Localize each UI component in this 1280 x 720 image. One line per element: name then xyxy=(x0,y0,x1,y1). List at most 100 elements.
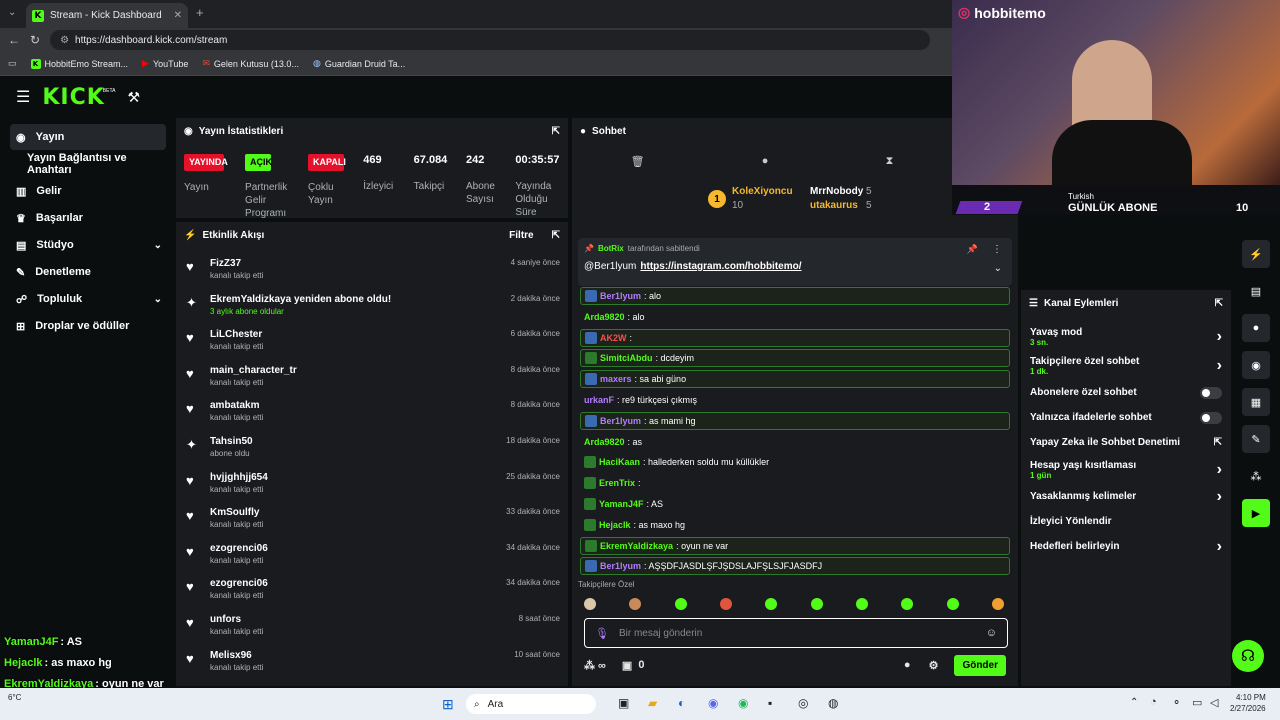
channel-action-8[interactable]: İzleyici Yönlendir xyxy=(1021,509,1231,534)
sidebar-item-stream-key[interactable]: Yayın Bağlantısı ve Anahtarı xyxy=(0,151,172,177)
sidebar-item-denetleme[interactable]: ✎ Denetleme xyxy=(0,259,172,285)
network-icon[interactable]: ◔ xyxy=(1150,696,1157,708)
bookmark-hobbitemo[interactable]: K HobbitEmo Stream... xyxy=(30,58,128,69)
emote-icon[interactable] xyxy=(584,598,596,610)
clip-button[interactable]: ▶ xyxy=(1242,499,1270,527)
taskview-icon[interactable]: ▣ xyxy=(618,696,629,710)
obs-icon[interactable]: ◍ xyxy=(828,696,838,710)
chat-username[interactable]: Arda9820 xyxy=(584,312,625,322)
channel-action-5[interactable]: Yapay Zeka ile Sohbet Denetimi ⇱ xyxy=(1021,430,1231,455)
chat-username[interactable]: Ber1lyum xyxy=(600,561,641,571)
broadcast-button[interactable]: ◉ xyxy=(1242,351,1270,379)
sidebar-item-droplar[interactable]: ⊞ Droplar ve ödüller xyxy=(0,313,172,339)
chat-username[interactable]: HaciKaan xyxy=(599,457,640,467)
channel-action-9[interactable]: Hedefleri belirleyin › xyxy=(1021,534,1231,559)
volume-icon[interactable]: ◁ xyxy=(1210,696,1218,709)
steam-icon[interactable]: ◎ xyxy=(798,696,808,710)
chat-username[interactable]: Hejaclk xyxy=(599,520,631,530)
chat-username[interactable]: SimitciAbdu xyxy=(600,353,653,363)
channel-action-2[interactable]: Takipçilere özel sohbet 1 dk. › xyxy=(1021,351,1231,380)
back-icon[interactable]: ← xyxy=(8,33,20,47)
emote-icon[interactable] xyxy=(946,598,959,610)
settings-icon[interactable]: ⚙ xyxy=(929,659,939,672)
chat-username[interactable]: Ber1lyum xyxy=(600,416,641,426)
user-list-button[interactable]: ▦ xyxy=(1242,388,1270,416)
chat-username[interactable]: YamanJ4F xyxy=(599,499,644,509)
filter-button[interactable]: Filtre xyxy=(509,230,533,241)
bookmark-gmail[interactable]: ✉ Gelen Kutusu (13.0... xyxy=(202,58,299,69)
chat-popout-icon[interactable]: ● xyxy=(904,659,911,671)
new-tab-icon[interactable]: + xyxy=(196,5,204,20)
edge-icon[interactable]: ◐ xyxy=(678,696,685,710)
mod-tools-button[interactable]: ✎ xyxy=(1242,425,1270,453)
mic-tray-icon[interactable]: ⚬ xyxy=(1172,696,1181,709)
clock-time[interactable]: 4:10 PM xyxy=(1236,693,1266,702)
emote-icon[interactable] xyxy=(629,598,642,610)
close-tab-icon[interactable]: ✕ xyxy=(174,10,182,21)
popout-icon[interactable]: ⇱ xyxy=(1215,298,1223,309)
bookmark-youtube[interactable]: ▶ YouTube xyxy=(142,58,188,69)
support-button[interactable]: ☊ xyxy=(1232,640,1264,672)
chat-username[interactable]: Arda9820 xyxy=(584,437,625,447)
display-icon[interactable]: ▭ xyxy=(1192,696,1202,709)
pinned-link[interactable]: https://instagram.com/hobbitemo/ xyxy=(640,261,801,272)
file-explorer-icon[interactable]: ▰ xyxy=(648,696,657,710)
url-field[interactable]: ⚙ https://dashboard.kick.com/stream xyxy=(50,30,931,50)
spotify-icon[interactable]: ◉ xyxy=(738,696,748,710)
emote-icon[interactable] xyxy=(810,598,823,610)
terminal-icon[interactable]: ▪ xyxy=(768,696,772,710)
unpin-icon[interactable]: 📌 xyxy=(967,244,978,255)
toggle-switch[interactable] xyxy=(1200,386,1222,399)
chat-button[interactable]: ● xyxy=(1242,314,1270,342)
notes-button[interactable]: ▤ xyxy=(1242,277,1270,305)
chat-username[interactable]: ErenTrix xyxy=(599,478,635,488)
tab-list-icon[interactable]: ⌄ xyxy=(8,7,16,18)
chevron-down-icon[interactable]: ⌄ xyxy=(994,263,1002,274)
emote-icon[interactable] xyxy=(855,598,868,610)
browser-tab[interactable]: K Stream - Kick Dashboard ✕ xyxy=(26,3,188,28)
tray-chevron-icon[interactable]: ⌃ xyxy=(1130,697,1138,708)
emote-icon[interactable] xyxy=(991,598,1004,610)
hourglass-icon[interactable]: ⧗ xyxy=(886,155,894,168)
channel-action-7[interactable]: Yasaklanmış kelimeler › xyxy=(1021,484,1231,509)
sidebar-item-studyo[interactable]: ▤ Stüdyo ⌄ xyxy=(0,232,172,258)
sidebar-item-topluluk[interactable]: ☍ Topluluk ⌄ xyxy=(0,286,172,312)
chat-username[interactable]: EkremYaldizkaya xyxy=(600,541,673,551)
channel-action-6[interactable]: Hesap yaşı kısıtlaması 1 gün › xyxy=(1021,455,1231,484)
menu-icon[interactable]: ☰ xyxy=(16,87,30,107)
send-button[interactable]: Gönder xyxy=(954,654,1006,676)
emote-icon[interactable] xyxy=(719,598,732,610)
sidebar-item-gelir[interactable]: ▥ Gelir xyxy=(0,178,172,204)
more-options-icon[interactable]: ⋮ xyxy=(992,244,1002,255)
channel-action-3[interactable]: Abonelere özel sohbet xyxy=(1021,380,1231,405)
lightning-button[interactable]: ⚡ xyxy=(1242,240,1270,268)
site-info-icon[interactable]: ⚙ xyxy=(60,35,69,46)
start-icon[interactable]: ⊞ xyxy=(442,696,454,713)
emote-icon[interactable] xyxy=(901,598,914,610)
emote-icon[interactable] xyxy=(765,598,778,610)
clock-date[interactable]: 2/27/2026 xyxy=(1230,704,1266,713)
chat-input[interactable]: 🎙 Bir mesaj gönderin ☺ xyxy=(584,618,1008,648)
popout-icon[interactable]: ⇱ xyxy=(552,230,560,241)
hammer-icon[interactable]: ⚒ xyxy=(127,89,140,106)
points-icon[interactable]: ⁂ ∞ xyxy=(584,659,606,672)
bookmark-guardian-druid[interactable]: ◍ Guardian Druid Ta... xyxy=(313,58,405,69)
discord-icon[interactable]: ◉ xyxy=(708,696,718,710)
sidebar-item-basarilar[interactable]: ♛ Başarılar xyxy=(0,205,172,231)
toggle-switch[interactable] xyxy=(1200,411,1222,424)
apps-icon[interactable]: ▭ xyxy=(8,58,17,69)
emote-icon[interactable] xyxy=(674,598,687,610)
sidebar-item-yayin[interactable]: ◉ Yayın xyxy=(10,124,166,150)
chat-username[interactable]: Ber1lyum xyxy=(600,291,641,301)
popout-icon[interactable]: ⇱ xyxy=(552,126,560,137)
reload-icon[interactable]: ↻ xyxy=(30,33,40,47)
chat-username[interactable]: urkanF xyxy=(584,395,614,405)
share-button[interactable]: ⁂ xyxy=(1242,462,1270,490)
channel-action-1[interactable]: Yavaş mod 3 sn. › xyxy=(1021,322,1231,351)
taskbar-search[interactable]: ⌕ Ara xyxy=(466,694,596,714)
chat-settings-icon[interactable]: ● xyxy=(762,155,769,167)
microphone-icon[interactable]: 🎙 xyxy=(595,627,609,640)
emoji-icon[interactable]: ☺ xyxy=(986,627,997,639)
channel-action-4[interactable]: Yalnızca ifadelerle sohbet xyxy=(1021,405,1231,430)
kick-logo[interactable]: KICK xyxy=(42,85,104,110)
